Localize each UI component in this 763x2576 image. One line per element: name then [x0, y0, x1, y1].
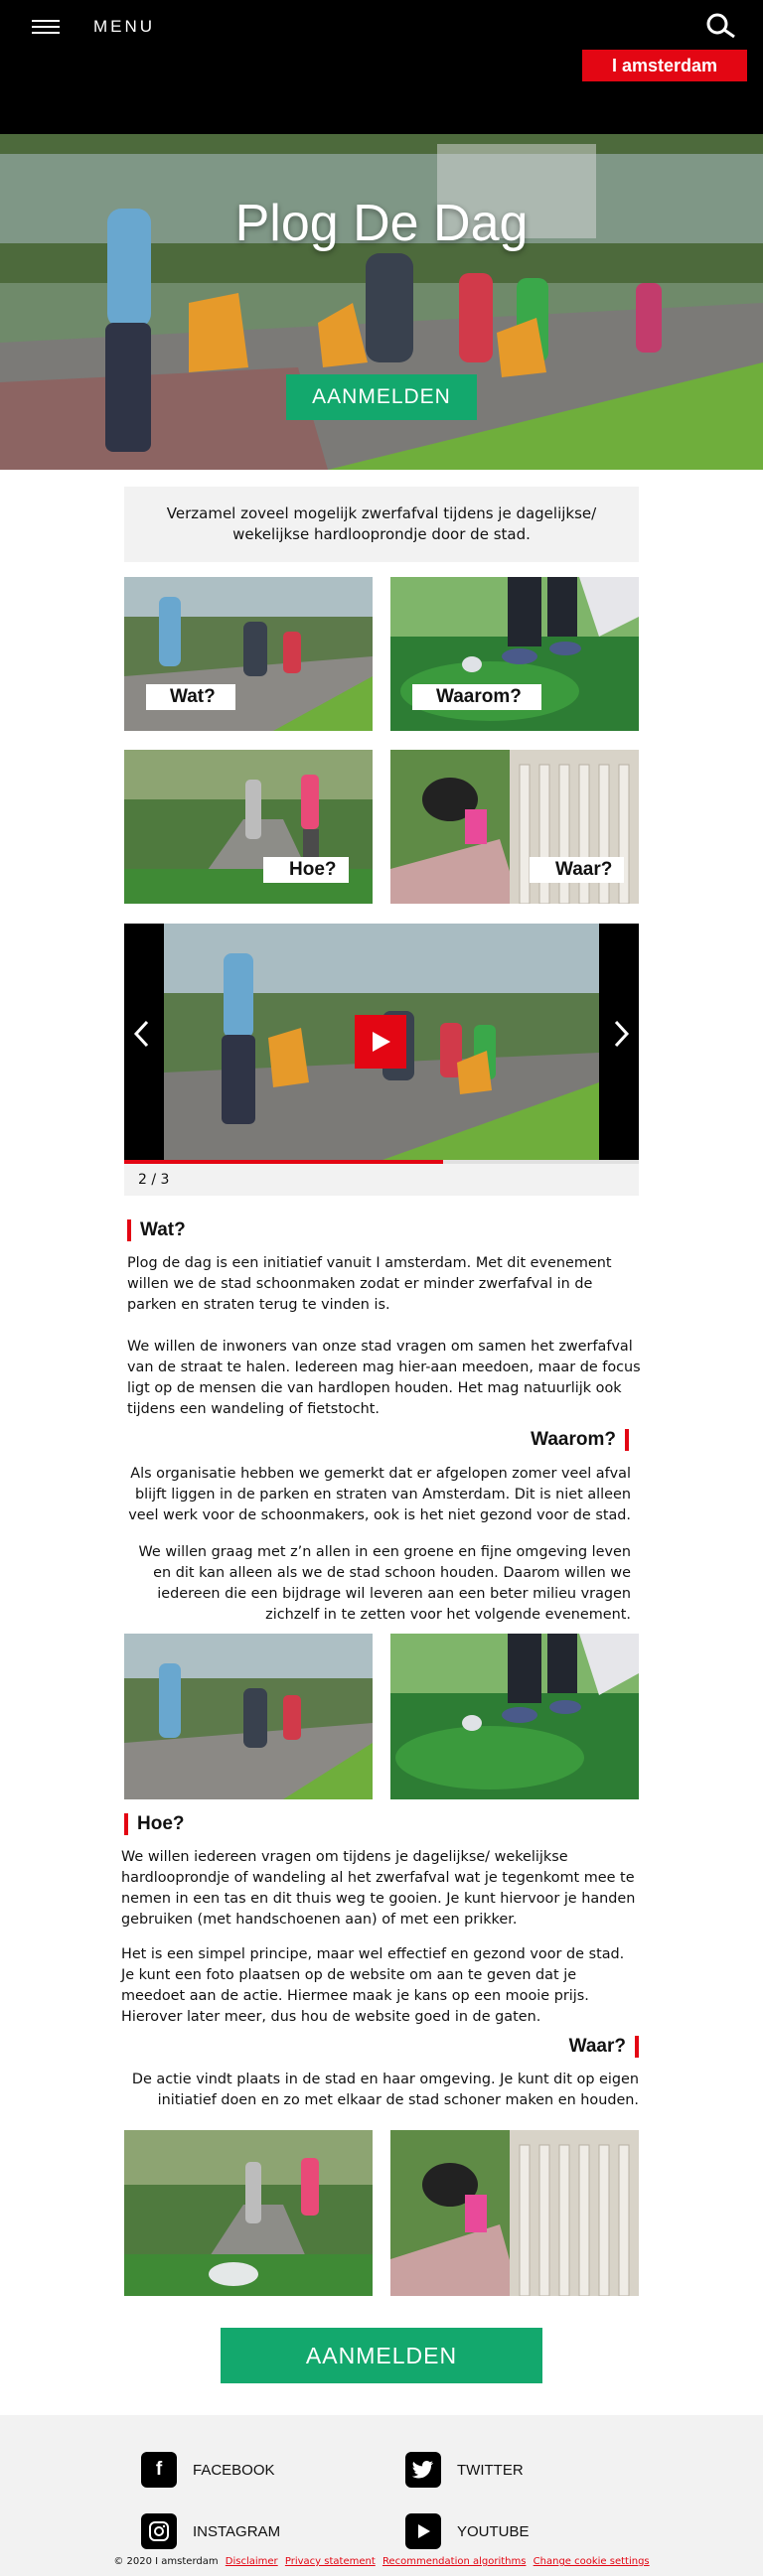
intro-box: Verzamel zoveel mogelijk zwerfafval tijd… [124, 487, 639, 562]
section-waar-paragraph-1: De actie vindt plaats in de stad en haar… [131, 2072, 639, 2108]
youtube-link[interactable]: YOUTUBE [405, 2513, 530, 2549]
privacy-link[interactable]: Privacy statement [285, 2556, 376, 2567]
legal-line: © 2020 I amsterdam Disclaimer Privacy st… [0, 2556, 763, 2567]
section-wat-paragraph-1: Plog de dag is een initiatief vanuit I a… [127, 1255, 612, 1313]
facebook-icon: f [141, 2452, 177, 2488]
algorithms-link[interactable]: Recommendation algorithms [382, 2556, 527, 2567]
section-waar-title: Waar? [569, 2036, 639, 2058]
hero-signup-button[interactable]: AANMELDEN [286, 374, 477, 420]
disclaimer-link[interactable]: Disclaimer [226, 2556, 278, 2567]
tile-waar-label: Waar? [530, 857, 625, 883]
instagram-label: INSTAGRAM [193, 2522, 281, 2540]
instagram-icon [141, 2513, 177, 2549]
section-hoe-paragraph-2: Het is een simpel principe, maar wel eff… [121, 1946, 625, 2025]
section-waarom-title: Waarom? [531, 1429, 629, 1451]
video-carousel [124, 924, 639, 1160]
hero-banner: Plog De Dag AANMELDEN [0, 134, 763, 470]
section-hoe-paragraph-1: We willen iedereen vragen om tijdens je … [121, 1849, 636, 1928]
brand-logo[interactable]: I amsterdam [582, 50, 747, 81]
twitter-label: TWITTER [457, 2461, 524, 2479]
signup-button[interactable]: AANMELDEN [221, 2328, 542, 2383]
instagram-link[interactable]: INSTAGRAM [141, 2513, 280, 2549]
hero-title: Plog De Dag [234, 195, 529, 252]
hamburger-menu-icon[interactable] [32, 20, 60, 34]
footer: f FACEBOOK TWITTER INSTAGRAM YOUTUBE © 2… [0, 2415, 763, 2576]
facebook-label: FACEBOOK [193, 2461, 275, 2479]
top-header: MENU I amsterdam [0, 0, 763, 134]
tile-waarom[interactable]: Waarom? [390, 577, 639, 731]
carousel-pager: 2 / 3 [124, 1164, 639, 1196]
twitter-link[interactable]: TWITTER [405, 2452, 524, 2488]
carousel-next-button[interactable] [611, 1018, 631, 1058]
play-icon [373, 1032, 390, 1052]
tile-wat-label: Wat? [146, 684, 235, 710]
tile-waarom-label: Waarom? [412, 684, 541, 710]
carousel-prev-button[interactable] [132, 1018, 152, 1058]
waar-photo-fence [390, 2130, 639, 2296]
search-icon[interactable] [703, 13, 737, 39]
tile-wat[interactable]: Wat? [124, 577, 373, 731]
waarom-photo-picking [390, 1634, 639, 1799]
copyright-text: © 2020 I amsterdam [113, 2556, 219, 2567]
twitter-icon [405, 2452, 441, 2488]
chevron-right-icon [614, 1020, 630, 1048]
chevron-left-icon [133, 1020, 149, 1048]
tile-waar[interactable]: Waar? [390, 750, 639, 904]
cookie-settings-link[interactable]: Change cookie settings [534, 2556, 650, 2567]
waar-photo-walkers [124, 2130, 373, 2296]
waarom-photo-runners [124, 1634, 373, 1799]
youtube-icon [405, 2513, 441, 2549]
facebook-link[interactable]: f FACEBOOK [141, 2452, 275, 2488]
youtube-label: YOUTUBE [457, 2522, 530, 2540]
section-waarom-paragraph-2: We willen graag met z’n allen in een gro… [138, 1544, 632, 1623]
section-hoe-title: Hoe? [124, 1813, 185, 1835]
section-waarom-paragraph-1: Als organisatie hebben we gemerkt dat er… [128, 1466, 631, 1523]
tile-hoe-label: Hoe? [263, 857, 349, 883]
tile-hoe[interactable]: Hoe? [124, 750, 373, 904]
section-wat-title: Wat? [127, 1219, 186, 1241]
section-wat-paragraph-2: We willen de inwoners van onze stad vrag… [127, 1339, 641, 1417]
play-button[interactable] [355, 1015, 406, 1069]
menu-label[interactable]: MENU [93, 17, 155, 37]
